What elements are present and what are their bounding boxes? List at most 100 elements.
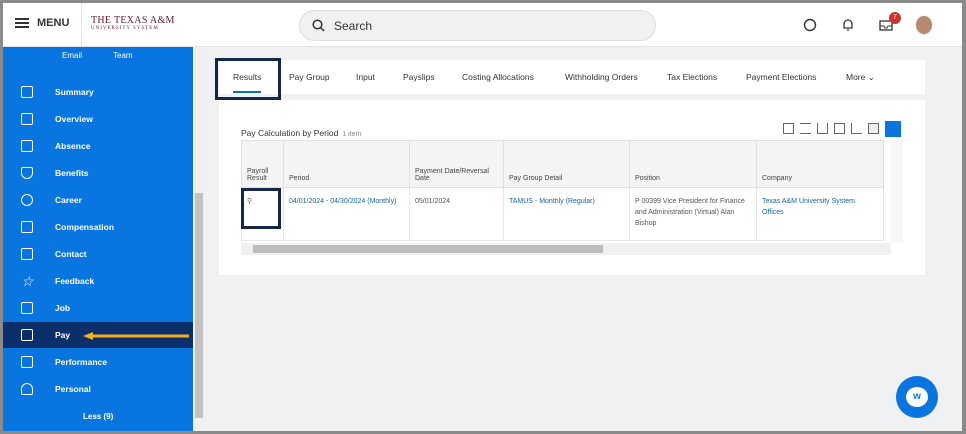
email-link[interactable]: Email — [62, 51, 82, 60]
sidebar-item-performance[interactable]: Performance — [3, 349, 193, 375]
item-label: Contact — [55, 249, 87, 259]
chevron-down-icon: ⌄ — [867, 72, 875, 82]
workday-logo-icon: w — [906, 387, 928, 407]
star-icon: ☆ — [21, 273, 34, 289]
fullscreen-icon[interactable] — [851, 123, 862, 134]
bell-icon[interactable] — [841, 18, 855, 32]
item-label: Summary — [55, 87, 94, 97]
tab-input[interactable]: Input — [356, 72, 375, 82]
col-pay-group-detail[interactable]: Pay Group Detail — [503, 140, 630, 188]
avatar[interactable] — [915, 15, 933, 35]
top-header: MENU THE TEXAS A&M UNIVERSITY SYSTEM Sear… — [3, 3, 962, 47]
target-icon — [21, 194, 33, 206]
logo[interactable]: THE TEXAS A&M UNIVERSITY SYSTEM — [91, 15, 175, 32]
tab-pay-group[interactable]: Pay Group — [289, 72, 330, 82]
item-label: Career — [55, 195, 82, 205]
sidebar-item-absence[interactable]: Absence — [3, 133, 193, 159]
period-link[interactable]: 04/01/2024 - 04/30/2024 (Monthly) — [283, 187, 410, 241]
col-position[interactable]: Position — [629, 140, 757, 188]
sidebar-item-summary[interactable]: Summary — [3, 79, 193, 105]
tab-costing-allocations[interactable]: Costing Allocations — [462, 72, 534, 82]
col-payroll-result[interactable]: Payroll Result — [241, 140, 284, 188]
company-link[interactable]: Texas A&M University System Offices — [756, 187, 884, 241]
overview-icon — [21, 113, 33, 125]
inbox-badge: 7 — [889, 12, 901, 24]
team-link[interactable]: Team — [113, 51, 133, 60]
grid-title-text: Pay Calculation by Period — [241, 128, 339, 138]
compensation-icon — [21, 221, 33, 233]
item-count: 1 item — [342, 131, 362, 138]
columns-icon[interactable] — [834, 123, 845, 134]
sidebar-item-career[interactable]: Career — [3, 187, 193, 213]
tab-tax-elections[interactable]: Tax Elections — [667, 72, 717, 82]
table-horizontal-scrollbar[interactable] — [241, 243, 891, 255]
tab-bar: Results Pay Group Input Payslips Costing… — [219, 60, 925, 94]
person-icon — [21, 383, 33, 395]
sidebar-item-contact[interactable]: Contact — [3, 241, 193, 267]
contact-icon — [21, 248, 33, 260]
search-input[interactable]: Search — [299, 10, 656, 41]
less-link[interactable]: Less (9) — [83, 412, 113, 421]
search-icon — [312, 19, 325, 32]
payment-date: 05/01/2024 — [409, 187, 504, 241]
position: P 00399 Vice President for Finance and A… — [629, 187, 757, 241]
sidebar-item-benefits[interactable]: Benefits — [3, 160, 193, 186]
sidebar-item-feedback[interactable]: ☆ Feedback — [3, 268, 193, 294]
scrollbar-thumb[interactable] — [195, 193, 203, 418]
sidebar-item-job[interactable]: Job — [3, 295, 193, 321]
sidebar-item-personal[interactable]: Personal — [3, 376, 193, 402]
item-label: Benefits — [55, 168, 89, 178]
logo-line1: THE TEXAS A&M — [91, 15, 175, 26]
col-payment-date[interactable]: Payment Date/Reversal Date — [409, 140, 504, 188]
summary-icon — [21, 86, 33, 98]
grid-title: Pay Calculation by Period 1 item — [241, 128, 361, 138]
highlight-box — [241, 188, 281, 229]
clipboard-icon — [21, 140, 33, 152]
shield-icon — [21, 167, 33, 179]
hamburger-icon — [15, 22, 29, 24]
briefcase-icon — [21, 302, 33, 314]
app-window: MENU THE TEXAS A&M UNIVERSITY SYSTEM Sear… — [3, 3, 962, 431]
menu-button[interactable]: MENU — [15, 17, 69, 29]
table-view-icon[interactable] — [868, 123, 879, 134]
more-label: More — [846, 72, 866, 82]
grid-view-icon[interactable] — [885, 121, 901, 137]
assistant-button[interactable]: w — [896, 376, 938, 418]
grid-toolbar — [783, 121, 901, 137]
item-label: Absence — [55, 141, 91, 151]
tab-withholding-orders[interactable]: Withholding Orders — [565, 72, 638, 82]
sidebar-item-overview[interactable]: Overview — [3, 106, 193, 132]
highlight-box — [215, 58, 281, 100]
table-header-row: Payroll Result Period Payment Date/Rever… — [241, 140, 884, 188]
tab-more[interactable]: More ⌄ — [846, 72, 875, 83]
performance-icon — [21, 356, 33, 368]
filter-icon[interactable] — [800, 123, 811, 134]
table-row: ⚲ 04/01/2024 - 04/30/2024 (Monthly) 05/0… — [241, 187, 884, 241]
arrow-annotation-icon — [83, 332, 189, 340]
wallet-icon — [21, 329, 33, 341]
item-label: Feedback — [55, 276, 95, 286]
item-label: Personal — [55, 384, 91, 394]
divider — [81, 3, 82, 47]
menu-label: MENU — [37, 17, 70, 29]
chart-icon[interactable] — [817, 123, 828, 134]
search-placeholder: Search — [334, 18, 373, 33]
item-label: Job — [55, 303, 71, 313]
col-period[interactable]: Period — [283, 140, 410, 188]
tab-payment-elections[interactable]: Payment Elections — [746, 72, 816, 82]
sidebar-item-compensation[interactable]: Compensation — [3, 214, 193, 240]
export-excel-icon[interactable] — [783, 123, 794, 134]
tab-payslips[interactable]: Payslips — [403, 72, 435, 82]
item-label: Compensation — [55, 222, 115, 232]
logo-line2: UNIVERSITY SYSTEM — [91, 26, 159, 31]
pay-calculation-table: Payroll Result Period Payment Date/Rever… — [241, 140, 884, 241]
item-label: Performance — [55, 357, 107, 367]
chat-icon[interactable] — [803, 18, 817, 32]
pay-group-link[interactable]: TAMUS - Monthly (Regular) — [503, 187, 630, 241]
item-label: Pay — [55, 330, 71, 340]
scrollbar-thumb[interactable] — [253, 245, 603, 253]
col-company[interactable]: Company — [756, 140, 884, 188]
item-label: Overview — [55, 114, 93, 124]
sidebar: Email Team Summary Overview Absence Bene… — [3, 47, 193, 431]
table-vertical-scrollbar[interactable] — [891, 140, 903, 243]
